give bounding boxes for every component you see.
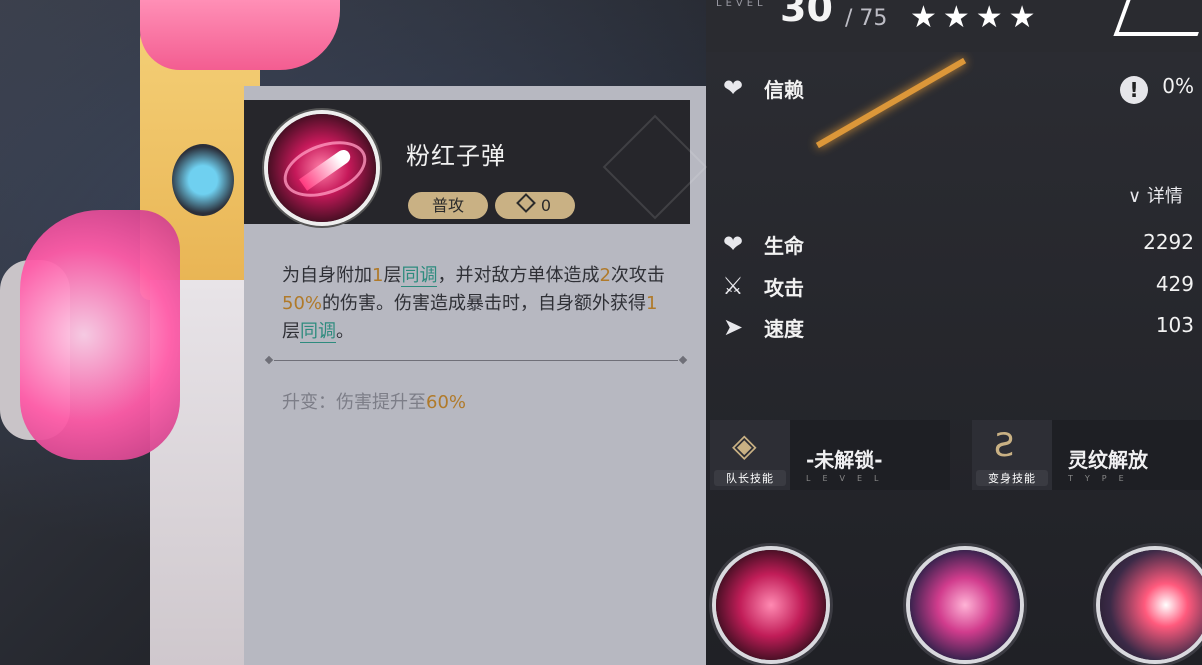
cost-diamond-icon — [516, 193, 536, 213]
warning-icon[interactable]: ! — [1120, 76, 1148, 104]
captain-skill-caption: 队长技能 — [714, 470, 786, 486]
detail-button[interactable]: ∨ 详情 — [1128, 182, 1183, 208]
captain-skill-sub: LEVEL — [806, 474, 891, 483]
skill-button-heart-gem[interactable] — [910, 550, 1020, 660]
skill-card-header: 粉红子弹 普攻 0 — [244, 100, 690, 224]
level-label: LEVEL — [716, 0, 767, 9]
stat-value-spd: 103 — [1155, 313, 1194, 337]
diamond-arrows-icon: ◈ — [732, 426, 757, 464]
character-jacket — [20, 210, 180, 460]
corner-logo-icon — [1113, 0, 1202, 36]
stat-value-hp: 2292 — [1143, 230, 1194, 254]
trust-label: 信赖 — [764, 78, 804, 102]
trust-value: 0% — [1162, 74, 1194, 98]
level-max: / 75 — [845, 6, 888, 31]
stat-label-atk: 攻击 — [764, 276, 804, 300]
stat-row-atk: ⚔ 攻击 429 — [718, 268, 1198, 304]
heart-broken-icon: ❤ — [722, 74, 744, 102]
pink-bullet-icon — [268, 114, 376, 222]
transform-skill-icon: Ƨ 变身技能 — [972, 420, 1052, 490]
skill-button-comet[interactable] — [1100, 550, 1202, 660]
captain-skill-slot[interactable]: ◈ 队长技能 -未解锁- LEVEL — [710, 420, 950, 490]
transform-skill-slot[interactable]: Ƨ 变身技能 灵纹解放 TYPE — [972, 420, 1202, 490]
detail-label: 详情 — [1146, 186, 1183, 207]
character-cap — [140, 0, 340, 70]
captain-skill-icon: ◈ 队长技能 — [710, 420, 790, 490]
divider — [274, 360, 678, 361]
transform-skill-sub: TYPE — [1068, 474, 1136, 483]
level-current: 30 — [780, 0, 833, 30]
keyword-sync[interactable]: 同调 — [300, 321, 336, 343]
star-rating: ★★★★ — [910, 0, 1042, 35]
skill-name: 粉红子弹 — [406, 142, 506, 170]
s-emblem-icon: Ƨ — [994, 426, 1015, 464]
captain-skill-text: -未解锁- — [806, 448, 883, 472]
stat-row-spd: ➤ 速度 103 — [718, 309, 1198, 345]
chevron-down-icon: ∨ — [1128, 186, 1142, 207]
transform-skill-text: 灵纹解放 — [1068, 448, 1148, 472]
upgrade-text: 升变：伤害提升至60% — [282, 392, 467, 413]
keyword-sync[interactable]: 同调 — [401, 265, 438, 287]
speed-icon: ➤ — [722, 313, 744, 341]
stat-row-hp: ❤ 生命 2292 — [718, 226, 1198, 262]
stat-label-spd: 速度 — [764, 317, 804, 341]
stat-label-hp: 生命 — [764, 234, 804, 258]
stat-value-atk: 429 — [1155, 272, 1194, 296]
transform-skill-caption: 变身技能 — [976, 470, 1048, 486]
skill-cost-tag: 0 — [495, 192, 575, 219]
sword-icon: ⚔ — [722, 272, 744, 300]
skill-cost-value: 0 — [540, 196, 552, 215]
skill-description: 为自身附加1层同调，并对敌方单体造成2次攻击50%的伤害。伤害造成暴击时，自身额… — [282, 265, 665, 343]
headphone-icon — [172, 144, 234, 216]
skill-type-tag: 普攻 — [408, 192, 488, 219]
skill-detail-card: 粉红子弹 普攻 0 为自身附加1层同调，并对敌方单体造成2次攻击50%的伤害。伤… — [244, 86, 706, 665]
skill-button-bullet[interactable] — [716, 550, 826, 660]
heart-icon: ❤ — [722, 230, 744, 258]
